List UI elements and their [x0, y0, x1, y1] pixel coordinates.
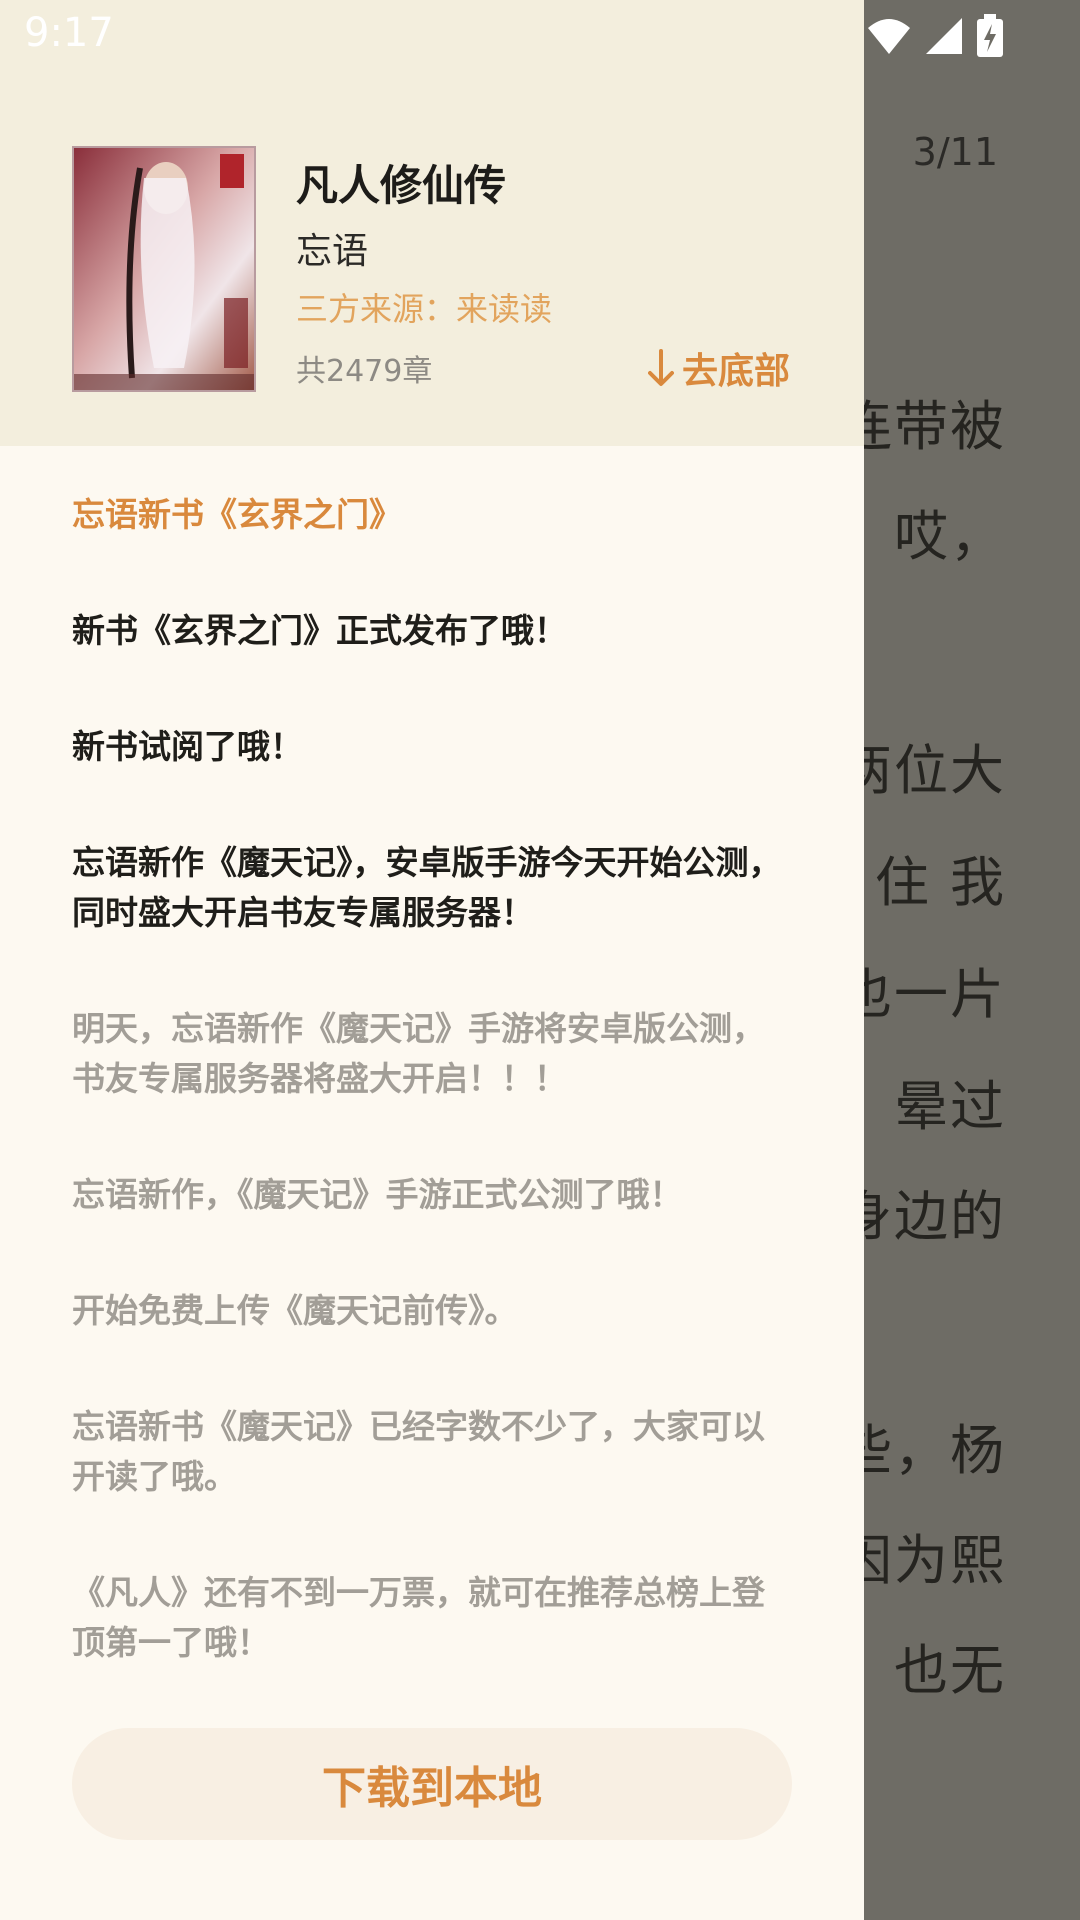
chapter-list: 忘语新书《玄界之门》 新书《玄界之门》正式发布了哦！ 新书试阅了哦！ 忘语新作《魔天记…	[72, 490, 782, 1734]
chapter-item[interactable]: 《凡人》还有不到一万票，就可在推荐总榜上登顶第一了哦！	[72, 1568, 782, 1668]
page-indicator: 3/11	[912, 130, 998, 174]
status-icons	[866, 14, 1004, 58]
download-local-button[interactable]: 下载到本地	[72, 1728, 792, 1840]
chapter-item[interactable]: 忘语新书《玄界之门》	[72, 490, 782, 540]
chapter-drawer: 凡人修仙传 忘语 三方来源：来读读 共2479章 去底部 忘语新书《玄界之门》新…	[0, 0, 864, 1920]
status-time: 9:17	[24, 10, 114, 56]
chapter-item[interactable]: 忘语新书《魔天记》已经字数不少了，大家可以开读了哦。	[72, 1402, 782, 1502]
book-source[interactable]: 三方来源：来读读	[296, 284, 552, 330]
chapter-item[interactable]: 新书试阅了哦！	[72, 722, 782, 772]
book-title: 凡人修仙传	[296, 161, 507, 210]
arrow-down-icon	[647, 349, 674, 386]
wifi-icon	[868, 19, 910, 54]
chapter-item[interactable]: 新书《玄界之门》正式发布了哦！	[72, 606, 782, 656]
book-cover-image	[74, 148, 254, 390]
reader-line: 也无	[894, 1639, 1006, 1702]
chapter-item[interactable]: 忘语新作《魔天记》，安卓版手游今天开始公测，同时盛大开启书友专属服务器！	[72, 838, 782, 938]
battery-charging-icon	[977, 14, 1003, 57]
chapter-item[interactable]: 开始免费上传《魔天记前传》。	[72, 1286, 782, 1336]
go-to-bottom-label: 去底部	[681, 351, 790, 392]
chapter-item[interactable]: 忘语新作，《魔天记》手游正式公测了哦！	[72, 1170, 782, 1220]
signal-icon	[926, 18, 962, 54]
status-bar: 9:17	[0, 0, 1080, 72]
book-author: 忘语	[296, 231, 369, 272]
download-local-label: 下载到本地	[322, 1763, 542, 1814]
reader-line: 住 我	[874, 851, 1006, 914]
chapter-count: 共2479章	[296, 354, 433, 389]
go-to-bottom-button[interactable]: 去底部	[647, 342, 790, 394]
book-cover[interactable]	[72, 146, 256, 392]
reader-line: 哎，	[894, 505, 1006, 568]
chapter-item[interactable]: 明天，忘语新作《魔天记》手游将安卓版公测，书友专属服务器将盛大开启！！！	[72, 1004, 782, 1104]
reader-line: 晕过	[894, 1075, 1006, 1138]
